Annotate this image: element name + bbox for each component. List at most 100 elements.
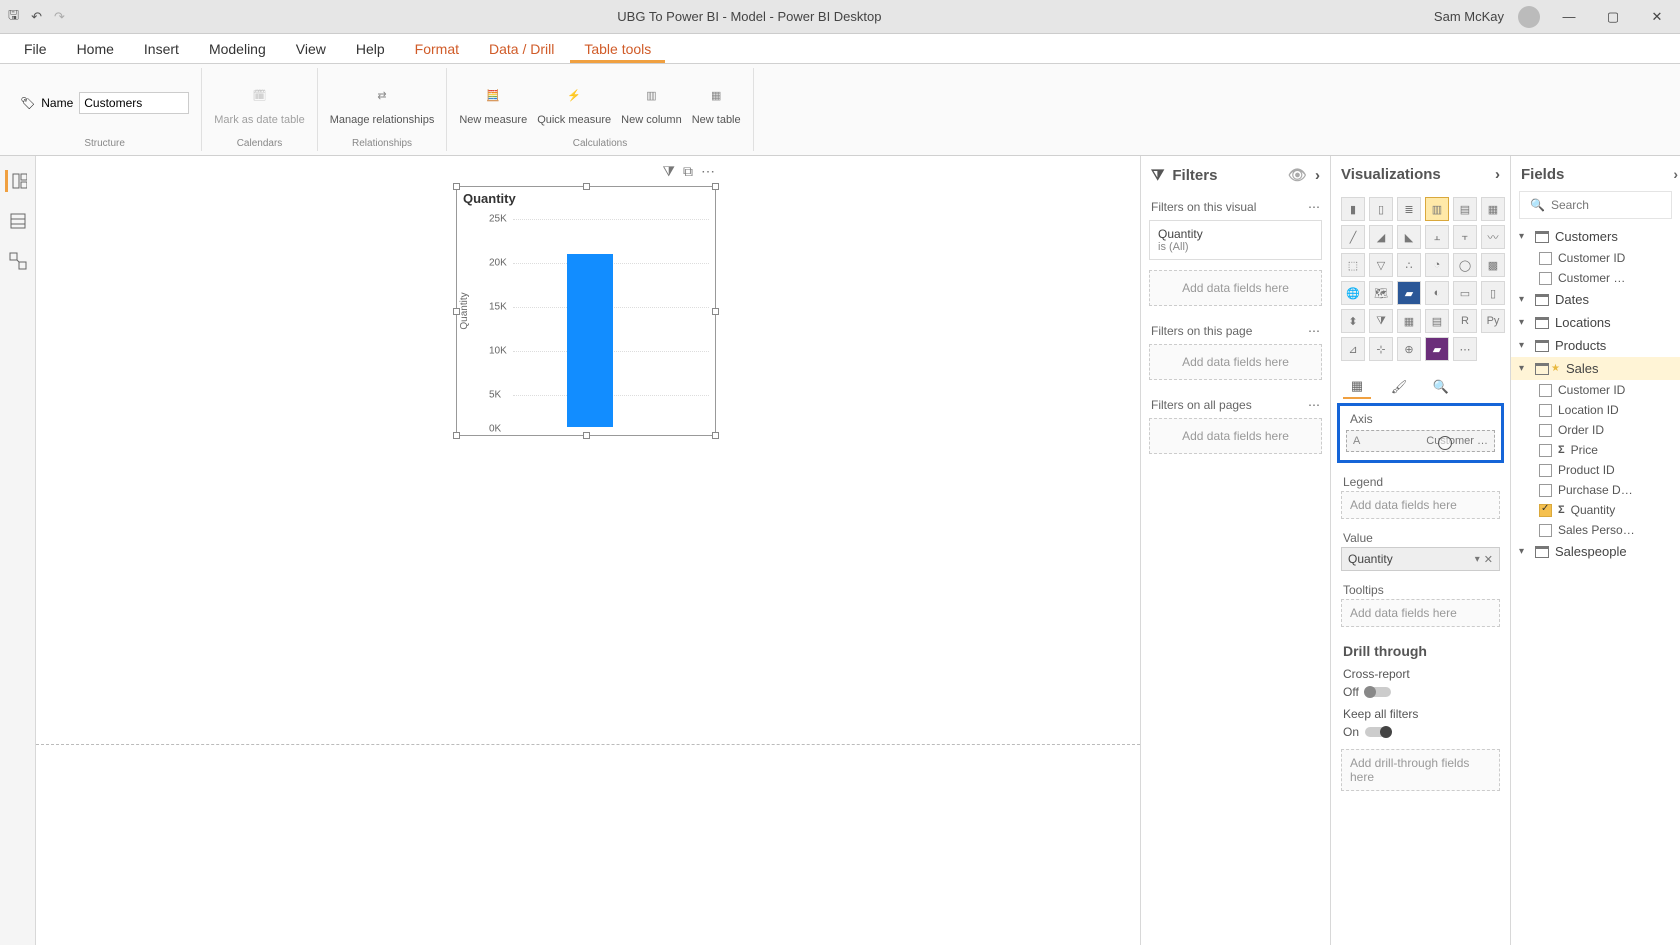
viz-stacked-area-icon[interactable]: ◣ — [1397, 225, 1421, 249]
viz-treemap-icon[interactable]: ▩ — [1481, 253, 1505, 277]
new-column-button[interactable]: ▥ New column — [621, 80, 682, 126]
collapse-icon[interactable]: › — [1495, 166, 1500, 183]
more-icon[interactable]: ⋯ — [1308, 200, 1320, 214]
remove-icon[interactable]: ✕ — [1484, 553, 1493, 566]
field-customer-id[interactable]: Customer ID — [1511, 248, 1680, 268]
viz-area-icon[interactable]: ◢ — [1369, 225, 1393, 249]
field-purchase-date[interactable]: Purchase D… — [1511, 480, 1680, 500]
tab-file[interactable]: File — [10, 35, 61, 63]
filter-icon[interactable]: ⧩ — [663, 163, 676, 180]
close-button[interactable]: ✕ — [1642, 9, 1672, 25]
table-customers[interactable]: ▾ Customers — [1511, 225, 1680, 248]
format-tab-button[interactable]: 🖌 — [1385, 375, 1413, 399]
chart-visual[interactable]: ⧩ ⧉ ⋯ Quantity Quantity 25K 20K 15K 10K … — [456, 186, 716, 436]
report-view-button[interactable] — [5, 170, 27, 192]
viz-qa-icon[interactable]: ⊕ — [1397, 337, 1421, 361]
viz-shape-map-icon[interactable]: ▰ — [1397, 281, 1421, 305]
manage-relationships-button[interactable]: ⇄ Manage relationships — [330, 80, 435, 126]
viz-ribbon-icon[interactable]: 〰 — [1481, 225, 1505, 249]
visual-filter-well[interactable]: Add data fields here — [1149, 270, 1322, 306]
report-canvas[interactable]: ⧩ ⧉ ⋯ Quantity Quantity 25K 20K 15K 10K … — [36, 156, 1140, 945]
viz-multi-card-icon[interactable]: ▯ — [1481, 281, 1505, 305]
tab-home[interactable]: Home — [63, 35, 128, 63]
viz-gauge-icon[interactable]: ◐ — [1425, 281, 1449, 305]
more-icon[interactable]: ⋯ — [1308, 324, 1320, 338]
field-customer-name[interactable]: Customer … — [1511, 268, 1680, 288]
viz-py-icon[interactable]: Py — [1481, 309, 1505, 333]
axis-drop-well[interactable]: A Customer … — [1346, 430, 1495, 452]
restore-button[interactable]: ▢ — [1598, 9, 1628, 25]
table-sales[interactable]: ▾★ Sales — [1511, 357, 1680, 380]
new-measure-button[interactable]: 🧮 New measure — [459, 80, 527, 126]
legend-well[interactable]: Add data fields here — [1341, 491, 1500, 519]
analytics-tab-button[interactable]: 🔍 — [1427, 375, 1455, 399]
avatar[interactable] — [1518, 6, 1540, 28]
tab-insert[interactable]: Insert — [130, 35, 193, 63]
focus-mode-icon[interactable]: ⧉ — [683, 163, 693, 180]
value-well[interactable]: Quantity ▾ ✕ — [1341, 547, 1500, 571]
viz-decomposition-icon[interactable]: ⊹ — [1369, 337, 1393, 361]
viz-r-icon[interactable]: R — [1453, 309, 1477, 333]
viz-waterfall-icon[interactable]: ⬚ — [1341, 253, 1365, 277]
save-icon[interactable]: 🖫 — [8, 6, 19, 28]
viz-stacked-column-icon[interactable]: ▯ — [1369, 197, 1393, 221]
viz-matrix-icon[interactable]: ▤ — [1425, 309, 1449, 333]
table-dates[interactable]: ▾Dates — [1511, 288, 1680, 311]
tab-format[interactable]: Format — [401, 35, 473, 63]
viz-funnel-icon[interactable]: ▽ — [1369, 253, 1393, 277]
undo-icon[interactable]: ↶ — [31, 9, 42, 25]
tooltips-well[interactable]: Add data fields here — [1341, 599, 1500, 627]
minimize-button[interactable]: — — [1554, 9, 1584, 24]
table-name-input[interactable] — [79, 92, 189, 114]
viz-clustered-bar-icon[interactable]: ≣ — [1397, 197, 1421, 221]
collapse-icon[interactable]: › — [1673, 166, 1678, 182]
tab-view[interactable]: View — [282, 35, 340, 63]
viz-pie-icon[interactable]: ◔ — [1425, 253, 1449, 277]
viz-stacked-bar-icon[interactable]: ▮ — [1341, 197, 1365, 221]
viz-more-icon[interactable]: ⋯ — [1453, 337, 1477, 361]
model-view-button[interactable] — [7, 250, 29, 272]
field-sales-customer-id[interactable]: Customer ID — [1511, 380, 1680, 400]
tab-table-tools[interactable]: Table tools — [570, 35, 665, 63]
collapse-icon[interactable]: › — [1315, 167, 1320, 184]
table-salespeople[interactable]: ▾Salespeople — [1511, 540, 1680, 563]
viz-clustered-column-icon[interactable]: ▥ — [1425, 197, 1449, 221]
viz-scatter-icon[interactable]: ∴ — [1397, 253, 1421, 277]
field-price[interactable]: ΣPrice — [1511, 440, 1680, 460]
viz-100-column-icon[interactable]: ▦ — [1481, 197, 1505, 221]
field-product-id[interactable]: Product ID — [1511, 460, 1680, 480]
tab-data-drill[interactable]: Data / Drill — [475, 35, 568, 63]
new-table-button[interactable]: ▦ New table — [692, 80, 741, 126]
eye-icon[interactable]: 👁 — [1288, 166, 1307, 184]
all-filter-well[interactable]: Add data fields here — [1149, 418, 1322, 454]
drill-through-well[interactable]: Add drill-through fields here — [1341, 749, 1500, 791]
viz-key-influencers-icon[interactable]: ⊿ — [1341, 337, 1365, 361]
viz-paginated-icon[interactable]: ▰ — [1425, 337, 1449, 361]
page-filter-well[interactable]: Add data fields here — [1149, 344, 1322, 380]
field-order-id[interactable]: Order ID — [1511, 420, 1680, 440]
chart-bar[interactable] — [567, 254, 613, 427]
fields-tab-button[interactable]: ▦ — [1343, 375, 1371, 399]
viz-map-icon[interactable]: 🌐 — [1341, 281, 1365, 305]
viz-line-icon[interactable]: ╱ — [1341, 225, 1365, 249]
keep-filters-toggle[interactable]: On — [1343, 725, 1391, 739]
viz-donut-icon[interactable]: ◯ — [1453, 253, 1477, 277]
data-view-button[interactable] — [7, 210, 29, 232]
more-options-icon[interactable]: ⋯ — [701, 163, 715, 180]
cross-report-toggle[interactable]: Off — [1343, 685, 1391, 699]
viz-card-icon[interactable]: ▭ — [1453, 281, 1477, 305]
field-location-id[interactable]: Location ID — [1511, 400, 1680, 420]
filter-card-quantity[interactable]: Quantity is (All) — [1149, 220, 1322, 260]
redo-icon[interactable]: ↷ — [54, 9, 65, 25]
viz-line-clustered-icon[interactable]: ⫟ — [1453, 225, 1477, 249]
viz-table-icon[interactable]: ▦ — [1397, 309, 1421, 333]
user-name[interactable]: Sam McKay — [1434, 9, 1504, 24]
viz-kpi-icon[interactable]: ⬍ — [1341, 309, 1365, 333]
field-quantity[interactable]: ΣQuantity — [1511, 500, 1680, 520]
chevron-down-icon[interactable]: ▾ — [1475, 554, 1480, 565]
field-sales-person[interactable]: Sales Perso… — [1511, 520, 1680, 540]
viz-slicer-icon[interactable]: ⧩ — [1369, 309, 1393, 333]
table-locations[interactable]: ▾Locations — [1511, 311, 1680, 334]
tab-help[interactable]: Help — [342, 35, 399, 63]
viz-filled-map-icon[interactable]: 🗺 — [1369, 281, 1393, 305]
